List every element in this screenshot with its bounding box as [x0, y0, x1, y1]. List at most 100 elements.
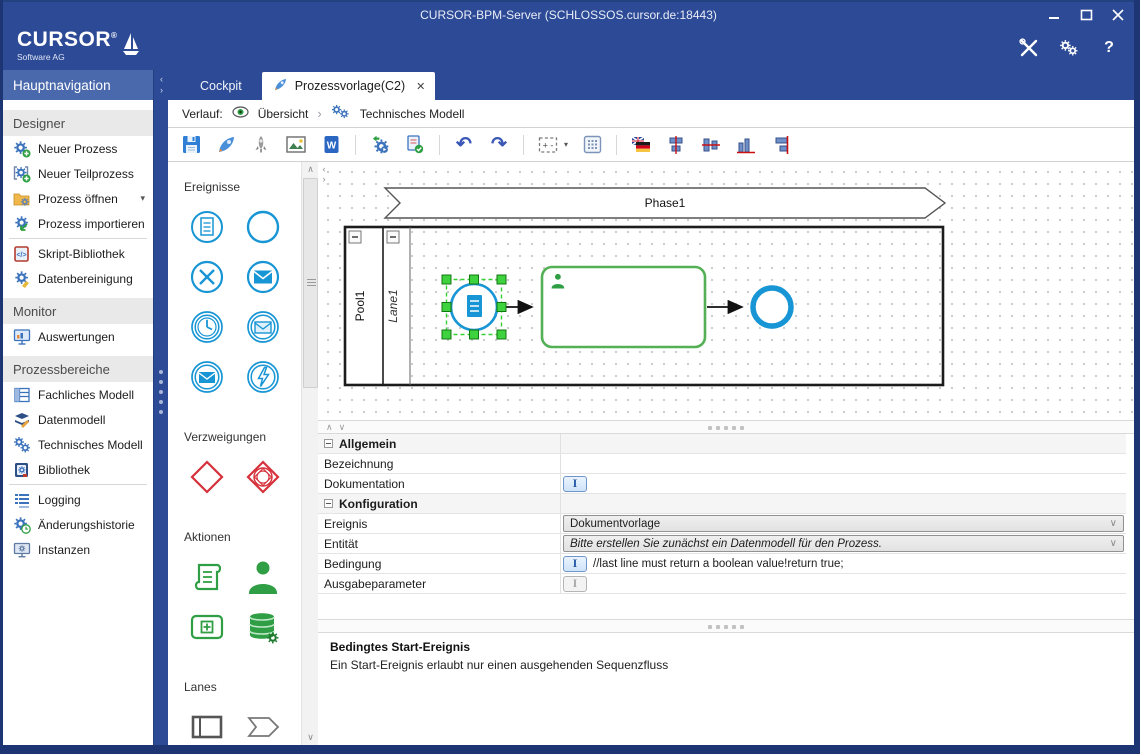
- sidebar-separator: [9, 484, 147, 485]
- help-icon[interactable]: ?: [1098, 38, 1120, 58]
- script-library-icon: </>: [13, 245, 31, 263]
- new-process-icon: [13, 140, 31, 158]
- align-center-vertical-button[interactable]: [665, 134, 687, 156]
- subprocess-icon[interactable]: [184, 604, 230, 650]
- maximize-button[interactable]: [1078, 8, 1094, 22]
- sidebar-collapse-strip[interactable]: ‹ ›: [153, 70, 168, 745]
- settings-gears-icon[interactable]: [1058, 38, 1080, 58]
- tools-icon[interactable]: [1018, 38, 1040, 58]
- bezeichnung-field[interactable]: [561, 454, 1126, 473]
- breadcrumb-uebersicht[interactable]: Übersicht: [258, 107, 309, 121]
- sidebar-item-auswertungen[interactable]: Auswertungen: [3, 324, 153, 349]
- svg-text:+ -: + -: [543, 140, 554, 150]
- align-right-button[interactable]: [770, 134, 792, 156]
- close-button[interactable]: [1110, 8, 1126, 22]
- sidebar-item-aenderungshistorie[interactable]: Änderungshistorie: [3, 512, 153, 537]
- properties-description-splitter[interactable]: [318, 619, 1134, 633]
- zoom-fit-button[interactable]: + -: [537, 134, 559, 156]
- phase-icon[interactable]: [240, 704, 286, 745]
- grid-button[interactable]: [581, 134, 603, 156]
- sidebar-item-neuer-teilprozess[interactable]: Neuer Teilprozess: [3, 161, 153, 186]
- undo-button[interactable]: ↶: [453, 134, 475, 156]
- lane-icon[interactable]: [184, 704, 230, 745]
- scrollbar-thumb[interactable]: [303, 178, 318, 388]
- save-button[interactable]: [180, 134, 202, 156]
- collapse-icon[interactable]: [324, 499, 333, 508]
- palette-scrollbar[interactable]: ∧ ∨: [301, 162, 318, 745]
- tab-cockpit[interactable]: Cockpit: [182, 72, 260, 100]
- sidebar-item-datenbereinigung[interactable]: Datenbereinigung: [3, 266, 153, 291]
- ereignis-dropdown[interactable]: Dokumentvorlage ∨: [563, 515, 1124, 532]
- open-process-icon: [13, 190, 31, 208]
- breadcrumb-technisches-modell[interactable]: Technisches Modell: [360, 107, 465, 121]
- validate-script-button[interactable]: [404, 134, 426, 156]
- start-event-icon[interactable]: [240, 204, 286, 250]
- publish-rocket-button[interactable]: [215, 134, 237, 156]
- message-throw-event-icon[interactable]: [184, 354, 230, 400]
- text-editor-button[interactable]: I: [563, 476, 587, 492]
- chevron-left-icon[interactable]: ‹: [160, 74, 163, 84]
- sidebar-item-instanzen[interactable]: Instanzen: [3, 537, 153, 562]
- sidebar-item-bibliothek[interactable]: Bibliothek: [3, 457, 153, 482]
- titlebar-tools: ?: [1018, 38, 1120, 58]
- cancel-event-icon[interactable]: [184, 254, 230, 300]
- splitter-collapse-arrows[interactable]: ∧∨: [326, 422, 351, 433]
- property-row-dokumentation: Dokumentation I: [318, 474, 1126, 494]
- exclusive-gateway-icon[interactable]: [184, 454, 230, 500]
- chevron-down-icon[interactable]: ▾: [564, 140, 568, 149]
- canvas-properties-splitter[interactable]: ∧∨: [318, 420, 1134, 434]
- sidebar-item-prozess-oeffnen[interactable]: Prozess öffnen ▾: [3, 186, 153, 211]
- entitaet-dropdown[interactable]: Bitte erstellen Sie zunächst ein Datenmo…: [563, 535, 1124, 552]
- palette-collapse-chevrons[interactable]: ‹›: [319, 164, 329, 184]
- chevron-right-icon[interactable]: ›: [160, 85, 163, 95]
- sidebar-item-prozess-importieren[interactable]: Prozess importieren: [3, 211, 153, 236]
- splitter-grip[interactable]: [708, 426, 744, 430]
- sidebar-item-fachliches-modell[interactable]: Fachliches Modell: [3, 382, 153, 407]
- timer-event-icon[interactable]: [184, 304, 230, 350]
- tab-close-icon[interactable]: ✕: [416, 80, 425, 93]
- align-bottom-button[interactable]: [735, 134, 757, 156]
- align-middle-horizontal-button[interactable]: [700, 134, 722, 156]
- sidebar-item-neuer-prozess[interactable]: Neuer Prozess: [3, 136, 153, 161]
- export-word-button[interactable]: W: [320, 134, 342, 156]
- scroll-down-icon[interactable]: ∨: [302, 730, 319, 745]
- splitter-grip[interactable]: [708, 625, 744, 629]
- user-task-icon[interactable]: [240, 554, 286, 600]
- complex-gateway-icon[interactable]: [240, 454, 286, 500]
- property-row-ausgabeparameter: Ausgabeparameter I: [318, 574, 1126, 594]
- splitter-grip[interactable]: [159, 370, 163, 414]
- language-flag-button[interactable]: [630, 134, 652, 156]
- signal-event-icon[interactable]: [240, 354, 286, 400]
- process-settings-button[interactable]: [369, 134, 391, 156]
- draft-rocket-button[interactable]: [250, 134, 272, 156]
- script-task-icon[interactable]: [184, 554, 230, 600]
- sidebar-item-datenmodell[interactable]: Datenmodell: [3, 407, 153, 432]
- minimize-button[interactable]: [1046, 8, 1062, 22]
- conditional-start-event-icon[interactable]: [184, 204, 230, 250]
- property-group-konfiguration[interactable]: Konfiguration: [318, 494, 1126, 514]
- shape-palette: Ereignisse: [168, 162, 301, 745]
- toolbar: W ↶ ↷: [168, 128, 1134, 162]
- end-event-node[interactable]: [753, 288, 791, 326]
- sidebar-item-skript-bibliothek[interactable]: </> Skript-Bibliothek: [3, 241, 153, 266]
- collapse-icon[interactable]: [324, 439, 333, 448]
- chevron-down-icon[interactable]: ▾: [140, 193, 145, 204]
- property-group-allgemein[interactable]: Allgemein: [318, 434, 1126, 454]
- message-catch-event-icon[interactable]: [240, 304, 286, 350]
- process-canvas[interactable]: ‹› Phase1: [318, 162, 1134, 420]
- scroll-up-icon[interactable]: ∧: [302, 162, 319, 177]
- export-image-button[interactable]: [285, 134, 307, 156]
- description-panel: Bedingtes Start-Ereignis Ein Start-Ereig…: [318, 633, 1134, 745]
- tab-prozessvorlage[interactable]: Prozessvorlage(C2) ✕: [262, 72, 436, 100]
- sidebar-item-logging[interactable]: Logging: [3, 487, 153, 512]
- toolbar-separator: [355, 135, 356, 155]
- sidebar-item-technisches-modell[interactable]: Technisches Modell: [3, 432, 153, 457]
- rocket-icon: [272, 77, 288, 96]
- message-start-event-icon[interactable]: [240, 254, 286, 300]
- text-editor-button[interactable]: I: [563, 556, 587, 572]
- user-task-node[interactable]: [542, 267, 705, 347]
- pool-label: Pool1: [353, 290, 367, 321]
- data-task-icon[interactable]: [240, 604, 286, 650]
- redo-button[interactable]: ↷: [488, 134, 510, 156]
- data-model-icon: [13, 411, 31, 429]
